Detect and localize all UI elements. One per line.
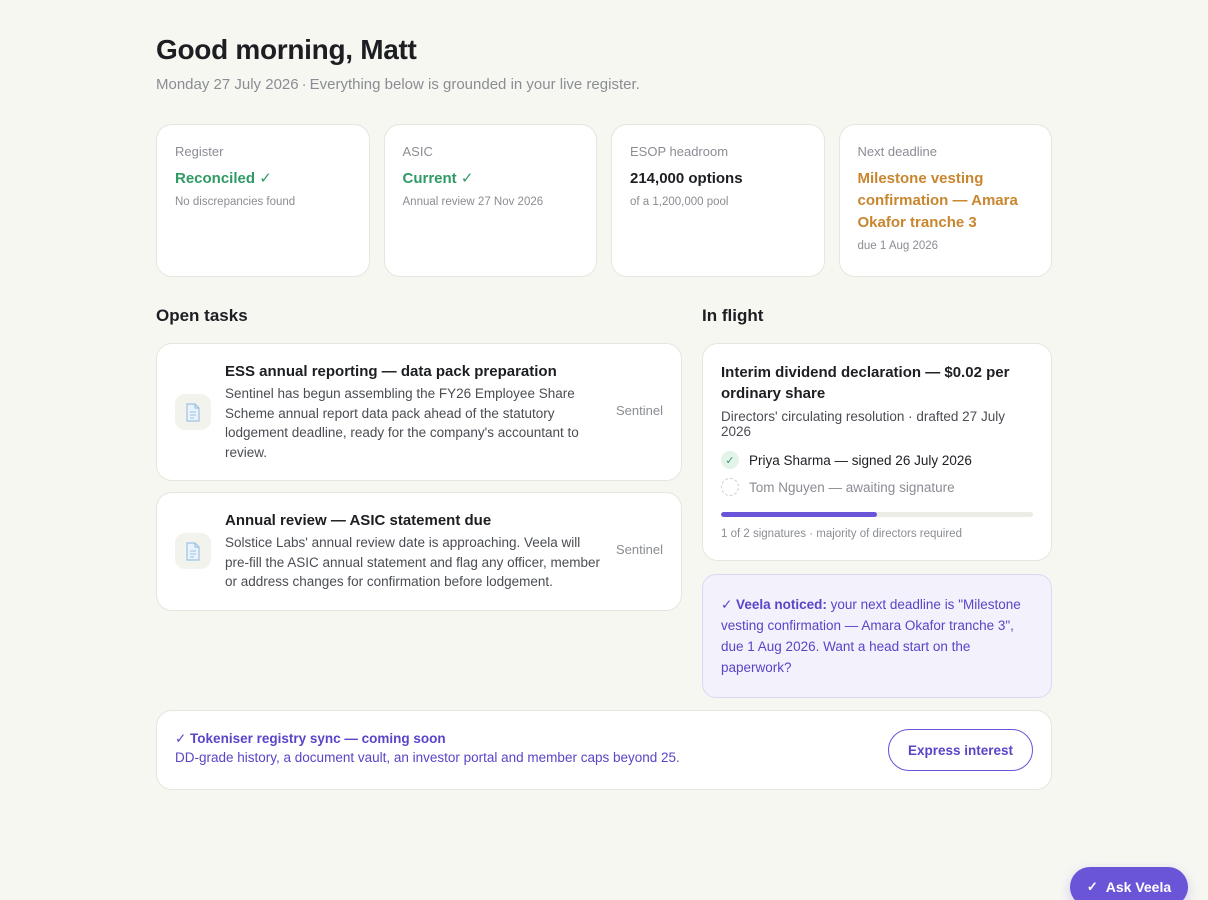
stat-sub: of a 1,200,000 pool [630, 196, 729, 208]
signer-text: Priya Sharma — signed 26 July 2026 [749, 452, 972, 468]
stat-value: Reconciled ✓ [175, 170, 272, 187]
signer-row: Tom Nguyen — awaiting signature [721, 478, 1033, 496]
stat-value: 214,000 options [630, 170, 743, 187]
separator: · [301, 76, 307, 93]
task-owner-tag: Sentinel [616, 403, 663, 418]
task-description: Solstice Labs' annual review date is app… [225, 535, 600, 589]
check-icon: ✓ [721, 451, 739, 469]
signature-progress-fill [721, 512, 877, 517]
stat-label: Next deadline [857, 144, 938, 159]
stat-label: ESOP headroom [630, 144, 729, 159]
open-tasks-list: ESS annual reporting — data pack prepara… [156, 343, 682, 622]
stat-sub: No discrepancies found [175, 196, 296, 208]
stat-card-asic[interactable]: ASIC Current ✓ Annual review 27 Nov 2026 [383, 124, 597, 277]
task-owner-tag: Sentinel [616, 542, 663, 558]
tokeniser-banner: ✓ Tokeniser registry sync — coming soon … [156, 710, 1052, 790]
document-icon [175, 533, 211, 570]
stat-card-next-deadline[interactable]: Next deadline Milestone vesting confirma… [838, 124, 1052, 277]
page-title: Good morning, Matt [156, 34, 417, 65]
current-date: Monday 27 July 2026 [156, 76, 299, 93]
stat-sub: Annual review 27 Nov 2026 [402, 196, 544, 208]
stat-sub: due 1 Aug 2026 [857, 240, 939, 252]
check-icon: ✓ [1086, 879, 1098, 894]
task-title: ESS annual reporting — data pack prepara… [225, 363, 557, 380]
in-flight-heading: In flight [702, 306, 764, 325]
ask-veela-button[interactable]: ✓ Ask Veela [1070, 867, 1188, 900]
progress-text: 1 of 2 signatures · majority of director… [721, 528, 962, 540]
page-subtitle: Monday 27 July 2026 · Everything below is … [156, 76, 640, 93]
document-icon [175, 394, 211, 430]
notice-lead: ✓ Veela noticed: [721, 597, 827, 612]
signature-progress-bar [721, 512, 1033, 517]
express-interest-button[interactable]: Express interest [888, 729, 1033, 771]
signer-row: ✓ Priya Sharma — signed 26 July 2026 [721, 451, 1033, 469]
stat-value: Current ✓ [402, 170, 474, 187]
resolution-card[interactable]: Interim dividend declaration — $0.02 per… [702, 343, 1052, 561]
stat-value: Milestone vesting confirmation — Amara O… [857, 170, 1018, 231]
stat-label: ASIC [402, 144, 433, 159]
stat-card-register[interactable]: Register Reconciled ✓ No discrepancies f… [156, 124, 370, 277]
stat-label: Register [175, 144, 224, 159]
stat-cards: Register Reconciled ✓ No discrepancies f… [156, 124, 1052, 277]
task-card[interactable]: ESS annual reporting — data pack prepara… [156, 343, 682, 481]
resolution-meta: Directors' circulating resolution · draf… [721, 409, 1005, 439]
resolution-title: Interim dividend declaration — $0.02 per… [721, 364, 1010, 402]
veela-notice[interactable]: ✓ Veela noticed: your next deadline is "… [702, 574, 1052, 698]
task-card[interactable]: Annual review — ASIC statement due Solst… [156, 492, 682, 611]
pending-circle-icon [721, 478, 739, 496]
stat-card-esop-headroom[interactable]: ESOP headroom 214,000 options of a 1,200… [611, 124, 825, 277]
in-flight-column: Interim dividend declaration — $0.02 per… [702, 343, 1052, 698]
ask-veela-label: Ask Veela [1105, 879, 1172, 895]
signer-text: Tom Nguyen — awaiting signature [749, 479, 955, 495]
open-tasks-heading: Open tasks [156, 306, 248, 325]
tagline: Everything below is grounded in your liv… [309, 76, 640, 93]
task-title: Annual review — ASIC statement due [225, 512, 492, 529]
task-description: Sentinel has begun assembling the FY26 E… [225, 386, 579, 460]
